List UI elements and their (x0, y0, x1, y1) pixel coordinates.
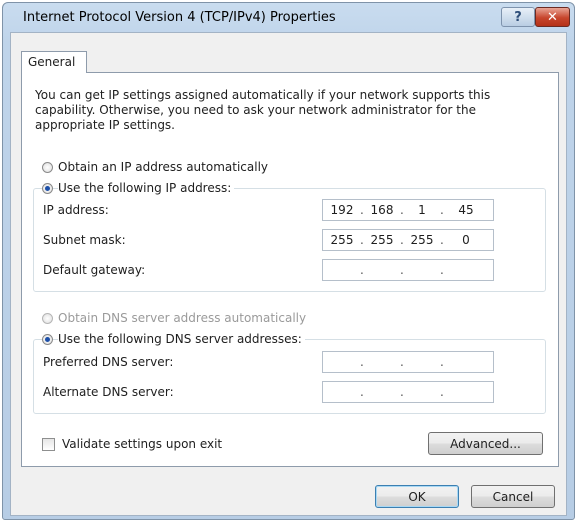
octet-separator: . (440, 355, 444, 369)
ip-octet[interactable]: 45 (451, 203, 481, 217)
dns-auto-label: Obtain DNS server address automatically (58, 311, 307, 325)
radio-selected-dot (45, 185, 50, 191)
general-panel: You can get IP settings assigned automat… (21, 72, 559, 467)
ip-input[interactable]: ... (322, 259, 494, 281)
octet-separator: . (440, 203, 444, 217)
ip-auto-radio[interactable] (42, 161, 53, 173)
ip-input[interactable]: ... (322, 351, 494, 373)
close-button[interactable]: ✕ (535, 7, 570, 27)
field-label: Preferred DNS server: (43, 355, 174, 369)
validate-option[interactable]: Validate settings upon exit (42, 437, 222, 451)
dns-manual-option[interactable]: Use the following DNS server addresses: (42, 332, 305, 346)
octet-separator: . (360, 385, 364, 399)
dialog-window: Internet Protocol Version 4 (TCP/IPv4) P… (2, 2, 575, 520)
octet-separator: . (360, 355, 364, 369)
ip-manual-label: Use the following IP address: (58, 181, 235, 195)
field-label: Default gateway: (43, 263, 146, 277)
ip-auto-label: Obtain an IP address automatically (58, 160, 269, 174)
dns-auto-option[interactable]: Obtain DNS server address automatically (42, 311, 306, 325)
tab-general[interactable]: General (21, 51, 87, 73)
cancel-button[interactable]: Cancel (471, 485, 555, 508)
octet-separator: . (360, 263, 364, 277)
octet-separator: . (440, 233, 444, 247)
ip-octet[interactable]: 1 (407, 203, 437, 217)
field-label: Alternate DNS server: (43, 385, 174, 399)
octet-separator: . (360, 233, 364, 247)
ip-input[interactable]: 255 255 255 0... (322, 229, 494, 251)
validate-checkbox[interactable] (42, 437, 55, 451)
ip-octet[interactable]: 168 (367, 203, 397, 217)
ip-auto-option[interactable]: Obtain an IP address automatically (42, 160, 268, 174)
ip-manual-option[interactable]: Use the following IP address: (42, 181, 235, 195)
dns-manual-radio[interactable] (42, 333, 53, 345)
field-label: Subnet mask: (43, 233, 126, 247)
dns-manual-label: Use the following DNS server addresses: (58, 332, 305, 346)
ip-octet[interactable]: 192 (327, 203, 357, 217)
question-mark-icon: ? (514, 9, 522, 25)
ip-manual-radio[interactable] (42, 182, 53, 194)
octet-separator: . (360, 203, 364, 217)
ok-button[interactable]: OK (375, 485, 459, 508)
octet-separator: . (440, 263, 444, 277)
close-icon: ✕ (547, 9, 558, 25)
octet-separator: . (400, 203, 404, 217)
radio-selected-dot (45, 336, 50, 342)
advanced-button[interactable]: Advanced... (428, 432, 543, 455)
ip-octet[interactable]: 255 (327, 233, 357, 247)
field-label: IP address: (43, 203, 109, 217)
octet-separator: . (400, 263, 404, 277)
window-title: Internet Protocol Version 4 (TCP/IPv4) P… (23, 10, 336, 25)
title-bar[interactable]: Internet Protocol Version 4 (TCP/IPv4) P… (3, 3, 574, 33)
ip-input[interactable]: 192 168 1 45... (322, 199, 494, 221)
ip-octet[interactable]: 0 (451, 233, 481, 247)
ip-octet[interactable]: 255 (407, 233, 437, 247)
octet-separator: . (400, 233, 404, 247)
octet-separator: . (440, 385, 444, 399)
dns-auto-radio[interactable] (42, 312, 53, 324)
ip-octet[interactable]: 255 (367, 233, 397, 247)
octet-separator: . (400, 385, 404, 399)
dialog-body: General You can get IP settings assigned… (10, 32, 567, 516)
octet-separator: . (400, 355, 404, 369)
description-text: You can get IP settings assigned automat… (35, 88, 491, 132)
help-button[interactable]: ? (501, 7, 535, 27)
ip-input[interactable]: ... (322, 381, 494, 403)
validate-label: Validate settings upon exit (62, 437, 223, 451)
